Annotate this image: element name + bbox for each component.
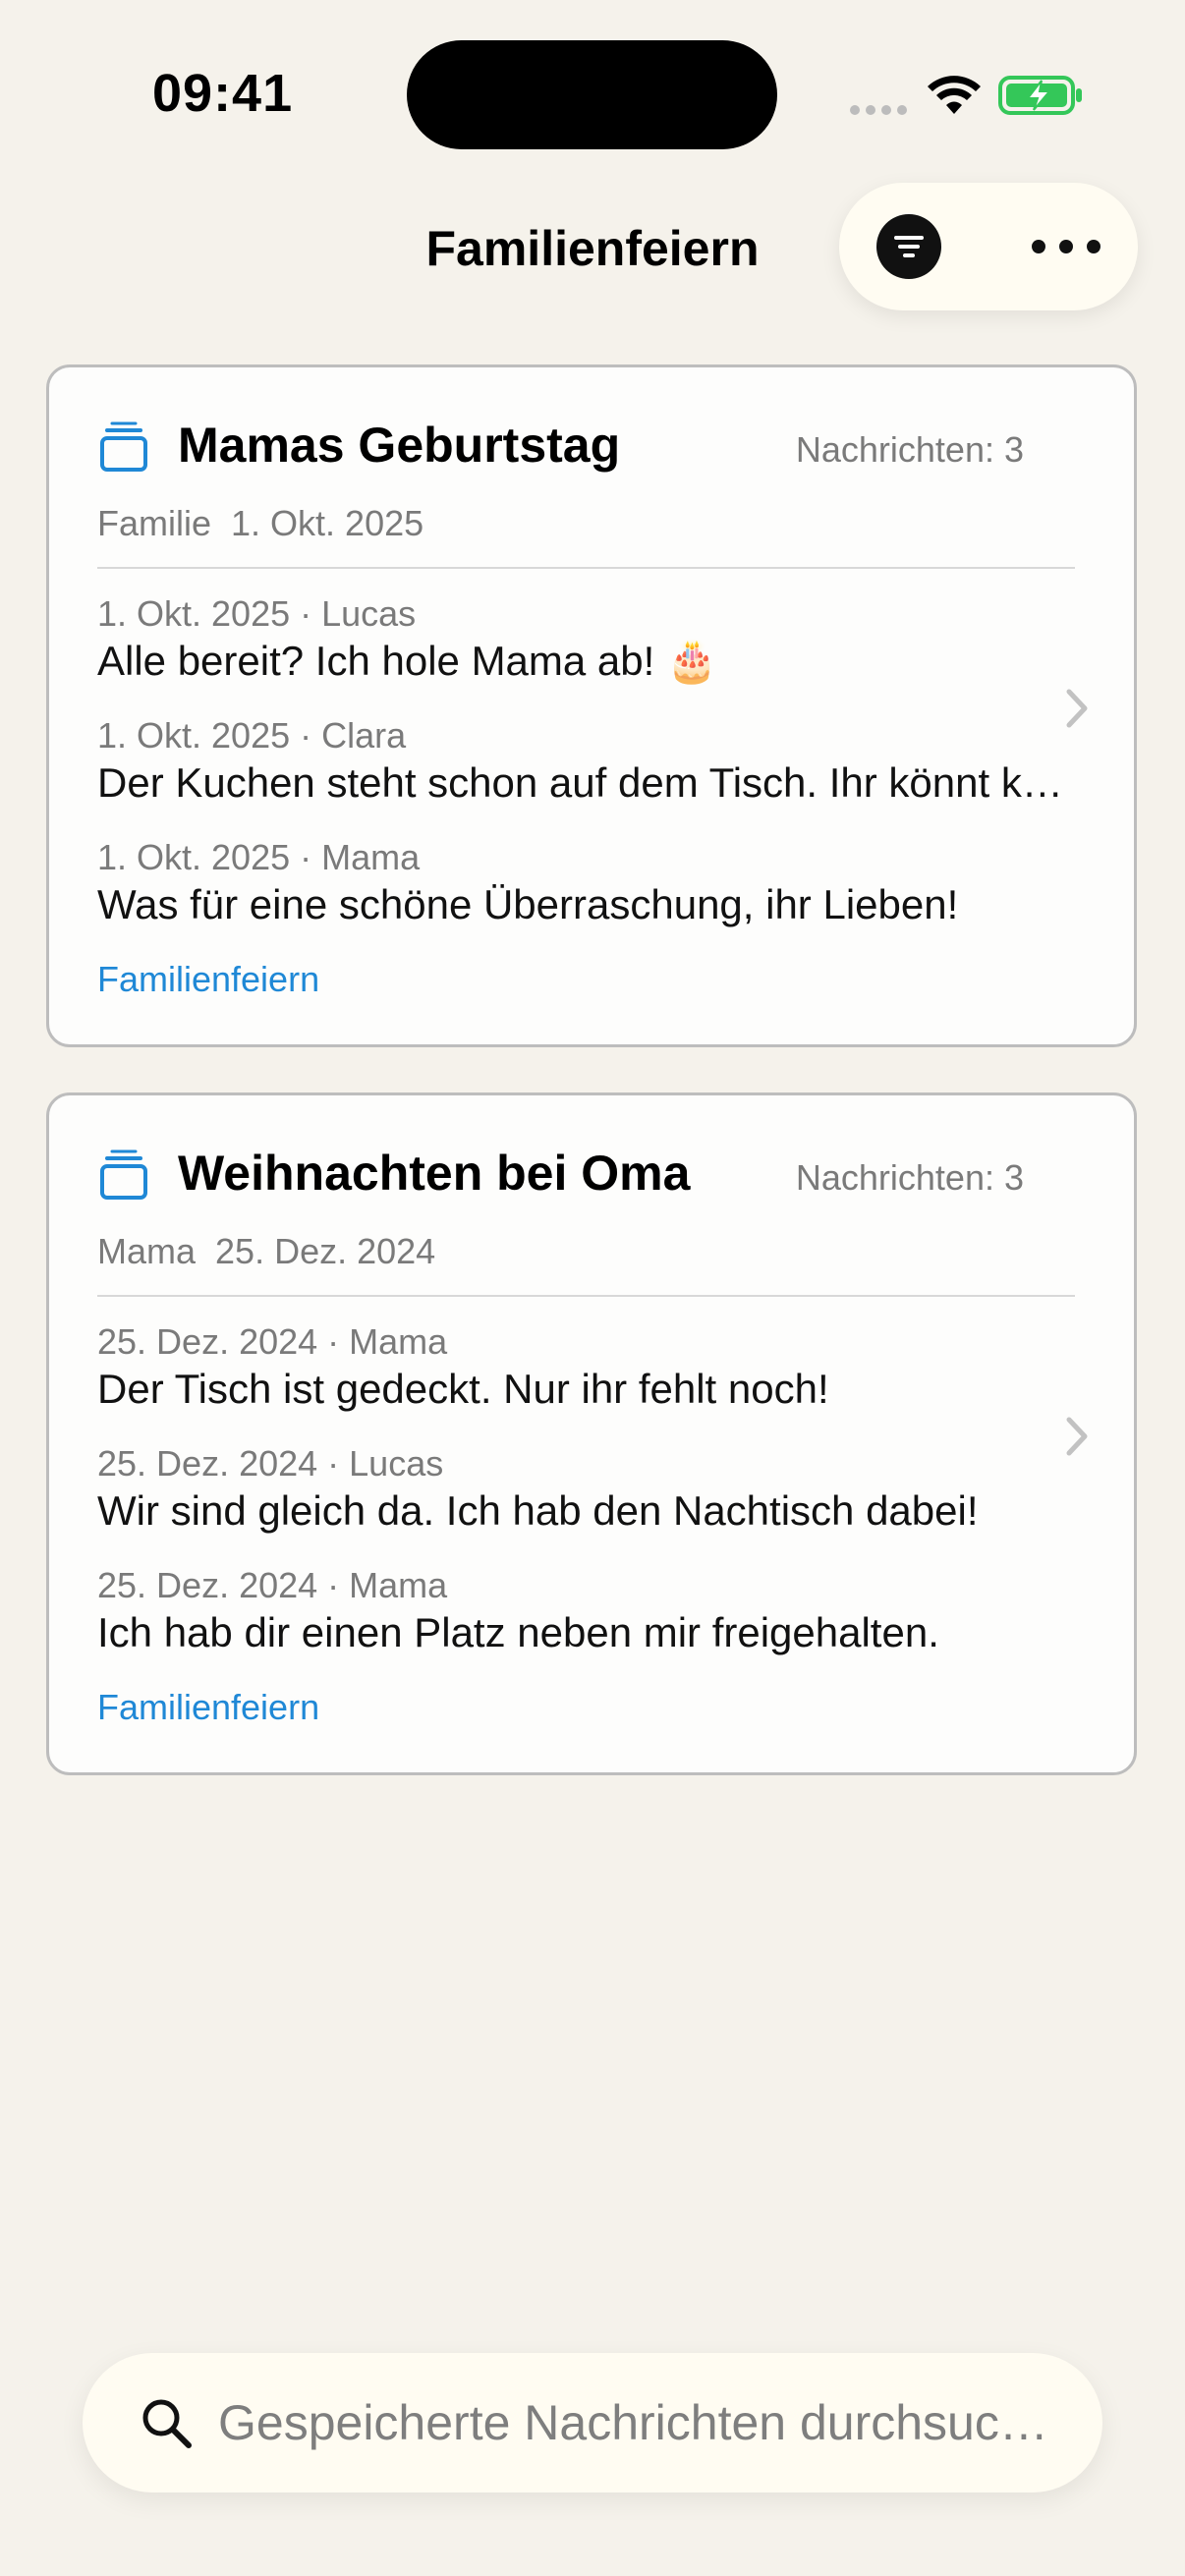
filter-icon <box>894 236 924 257</box>
card-owner: Mama <box>97 1231 197 1271</box>
more-button[interactable] <box>1022 214 1110 279</box>
divider <box>97 567 1075 569</box>
card-meta: Mama 25. Dez. 2024 <box>97 1230 435 1273</box>
message-count: Nachrichten: 3 <box>795 429 1024 470</box>
dynamic-island <box>407 40 777 149</box>
category-tag[interactable]: Familienfeiern <box>97 958 319 1001</box>
message-preview: 25. Dez. 2024 · Lucas Wir sind gleich da… <box>97 1442 1075 1537</box>
stack-icon <box>100 1149 147 1200</box>
search-input[interactable] <box>218 2380 1073 2465</box>
message-text: Alle bereit? Ich hole Mama ab! 🎂 <box>97 638 718 684</box>
message-meta: 25. Dez. 2024 · Lucas <box>97 1443 444 1484</box>
conversation-card[interactable]: Mamas Geburtstag Nachrichten: 3 Familie 1… <box>46 364 1137 1047</box>
search-icon <box>142 2399 192 2448</box>
divider <box>97 1295 1075 1297</box>
chevron-right-icon <box>1066 689 1088 728</box>
message-preview: 1. Okt. 2025 · Clara Der Kuchen steht sc… <box>97 714 1075 809</box>
message-preview: 25. Dez. 2024 · Mama Der Tisch ist gedec… <box>97 1320 1075 1415</box>
chevron-right-icon <box>1066 1417 1088 1456</box>
card-owner: Familie <box>97 503 212 543</box>
message-text: Der Tisch ist gedeckt. Nur ihr fehlt noc… <box>97 1366 829 1412</box>
status-time: 09:41 <box>152 64 294 123</box>
card-date: 25. Dez. 2024 <box>215 1231 436 1271</box>
header-actions <box>839 183 1138 310</box>
search-bar[interactable] <box>83 2353 1102 2492</box>
message-preview: 1. Okt. 2025 · Mama Was für eine schöne … <box>97 836 1075 930</box>
card-meta: Familie 1. Okt. 2025 <box>97 502 423 545</box>
message-text: Der Kuchen steht schon auf dem Tisch. Ih… <box>97 759 1075 806</box>
message-meta: 1. Okt. 2025 · Mama <box>97 837 421 877</box>
message-text: Wir sind gleich da. Ich hab den Nachtisc… <box>97 1487 979 1534</box>
battery-charging-icon <box>998 76 1082 115</box>
message-count: Nachrichten: 3 <box>795 1157 1024 1198</box>
message-meta: 1. Okt. 2025 · Clara <box>97 715 407 756</box>
stack-icon <box>100 421 147 472</box>
more-icon <box>1032 240 1100 253</box>
message-meta: 25. Dez. 2024 · Mama <box>97 1565 448 1605</box>
message-preview: 1. Okt. 2025 · Lucas Alle bereit? Ich ho… <box>97 592 1075 687</box>
message-meta: 25. Dez. 2024 · Mama <box>97 1321 448 1362</box>
card-date: 1. Okt. 2025 <box>231 503 424 543</box>
card-title: Mamas Geburtstag <box>178 418 621 473</box>
cellular-dots-icon <box>850 105 907 115</box>
message-text: Ich hab dir einen Platz neben mir freige… <box>97 1609 939 1655</box>
status-bar: 09:41 <box>0 0 1185 187</box>
filter-button[interactable] <box>876 214 941 279</box>
wifi-icon <box>928 76 981 114</box>
card-title: Weihnachten bei Oma <box>178 1146 691 1201</box>
message-meta: 1. Okt. 2025 · Lucas <box>97 593 417 634</box>
message-text: Was für eine schöne Überraschung, ihr Li… <box>97 881 959 927</box>
category-tag[interactable]: Familienfeiern <box>97 1686 319 1729</box>
message-preview: 25. Dez. 2024 · Mama Ich hab dir einen P… <box>97 1564 1075 1658</box>
conversation-card[interactable]: Weihnachten bei Oma Nachrichten: 3 Mama 2… <box>46 1092 1137 1775</box>
